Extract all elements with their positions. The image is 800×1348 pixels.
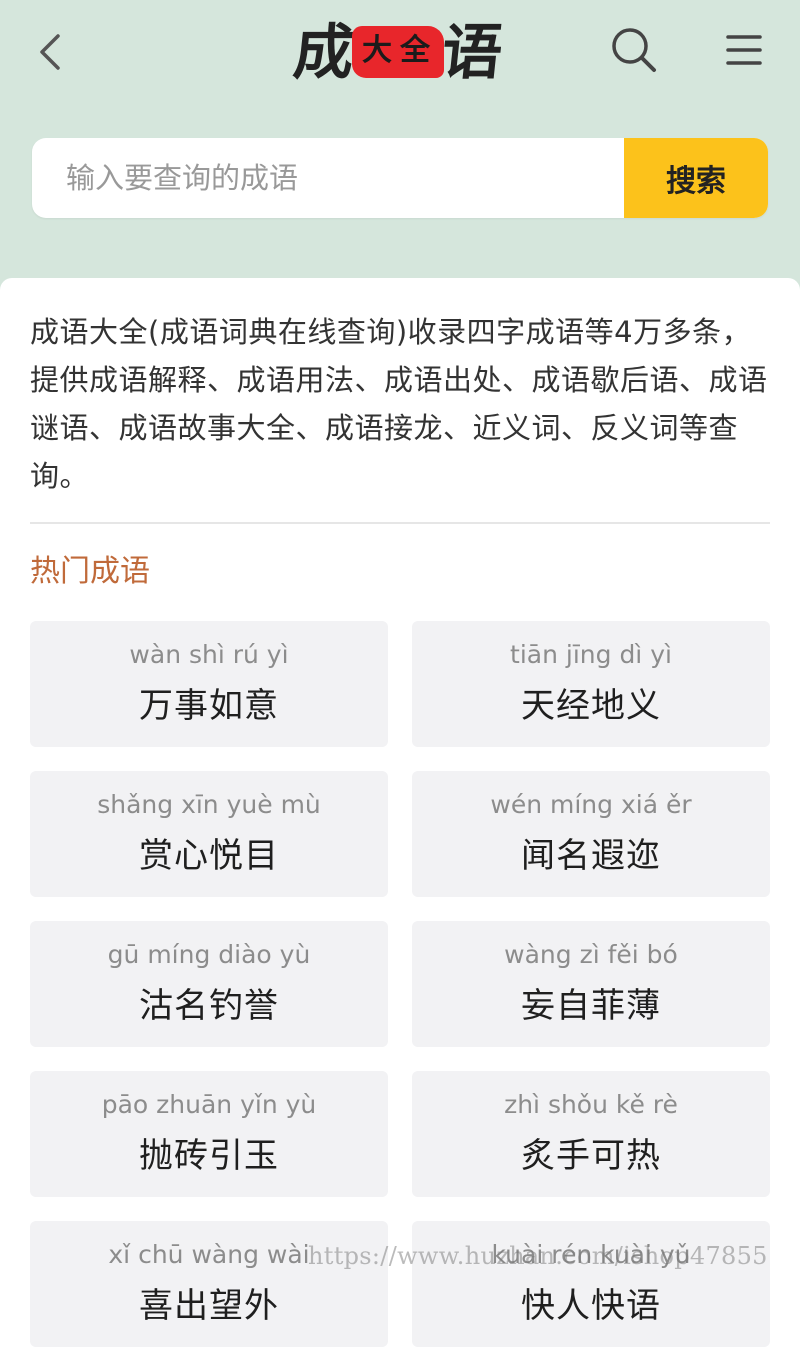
intro-text: 成语大全(成语词典在线查询)收录四字成语等4万多条，提供成语解释、成语用法、成语… xyxy=(30,315,768,493)
idiom-card[interactable]: tiān jīng dì yì 天经地义 xyxy=(412,621,770,747)
idiom-word: 赏心悦目 xyxy=(139,836,279,876)
logo-seal-char-2: 全 xyxy=(400,33,430,68)
idiom-word: 天经地义 xyxy=(521,686,661,726)
back-button[interactable] xyxy=(30,22,76,82)
content-card: 成语大全(成语词典在线查询)收录四字成语等4万多条，提供成语解释、成语用法、成语… xyxy=(0,278,800,1348)
search-input[interactable] xyxy=(32,138,624,218)
idiom-card[interactable]: kuài rén kuài yǔ 快人快语 xyxy=(412,1221,770,1347)
logo-char-2: 语 xyxy=(438,18,506,88)
idiom-word: 妄自菲薄 xyxy=(521,986,661,1026)
idiom-card[interactable]: shǎng xīn yuè mù 赏心悦目 xyxy=(30,771,388,897)
idiom-pinyin: zhì shǒu kě rè xyxy=(504,1090,678,1119)
idiom-card[interactable]: gū míng diào yù 沽名钓誉 xyxy=(30,921,388,1047)
idiom-word: 闻名遐迩 xyxy=(521,836,661,876)
idiom-word: 炙手可热 xyxy=(521,1136,661,1176)
idiom-pinyin: pāo zhuān yǐn yù xyxy=(101,1090,317,1119)
search-bar: 搜索 xyxy=(32,138,768,218)
menu-button[interactable] xyxy=(714,20,774,80)
search-icon xyxy=(612,28,656,72)
idiom-pinyin: wàng zì fěi bó xyxy=(504,940,678,969)
idiom-card[interactable]: wàng zì fěi bó 妄自菲薄 xyxy=(412,921,770,1047)
search-submit-button[interactable]: 搜索 xyxy=(624,138,768,218)
idiom-card[interactable]: wén míng xiá ěr 闻名遐迩 xyxy=(412,771,770,897)
idiom-word: 快人快语 xyxy=(521,1286,661,1326)
idiom-pinyin: shǎng xīn yuè mù xyxy=(97,790,321,819)
idiom-pinyin: tiān jīng dì yì xyxy=(510,640,672,669)
idiom-pinyin: wàn shì rú yì xyxy=(129,640,289,669)
idiom-card[interactable]: zhì shǒu kě rè 炙手可热 xyxy=(412,1071,770,1197)
idiom-word: 沽名钓誉 xyxy=(139,986,279,1026)
idiom-pinyin: wén míng xiá ěr xyxy=(490,790,692,819)
idiom-pinyin: gū míng diào yù xyxy=(107,940,311,969)
site-logo: 成 大 全 语 xyxy=(290,12,520,92)
divider xyxy=(30,522,770,524)
chevron-left-icon xyxy=(40,34,60,70)
logo-seal-char-1: 大 xyxy=(362,33,392,68)
idiom-card[interactable]: wàn shì rú yì 万事如意 xyxy=(30,621,388,747)
hot-idioms-title: 热门成语 xyxy=(30,554,150,589)
idiom-word: 喜出望外 xyxy=(139,1286,279,1326)
watermark: https://www.huzhan.com/ishop47855 xyxy=(308,1242,768,1270)
app-header: 成 大 全 语 xyxy=(0,0,800,110)
header-search-button[interactable] xyxy=(604,20,664,80)
logo-char-1: 成 xyxy=(290,18,358,88)
hamburger-menu-icon xyxy=(726,35,762,65)
idiom-word: 万事如意 xyxy=(139,686,279,726)
idiom-word: 抛砖引玉 xyxy=(139,1136,279,1176)
idiom-card[interactable]: pāo zhuān yǐn yù 抛砖引玉 xyxy=(30,1071,388,1197)
logo-seal: 大 全 xyxy=(352,26,444,78)
idiom-card[interactable]: xǐ chū wàng wài 喜出望外 xyxy=(30,1221,388,1347)
